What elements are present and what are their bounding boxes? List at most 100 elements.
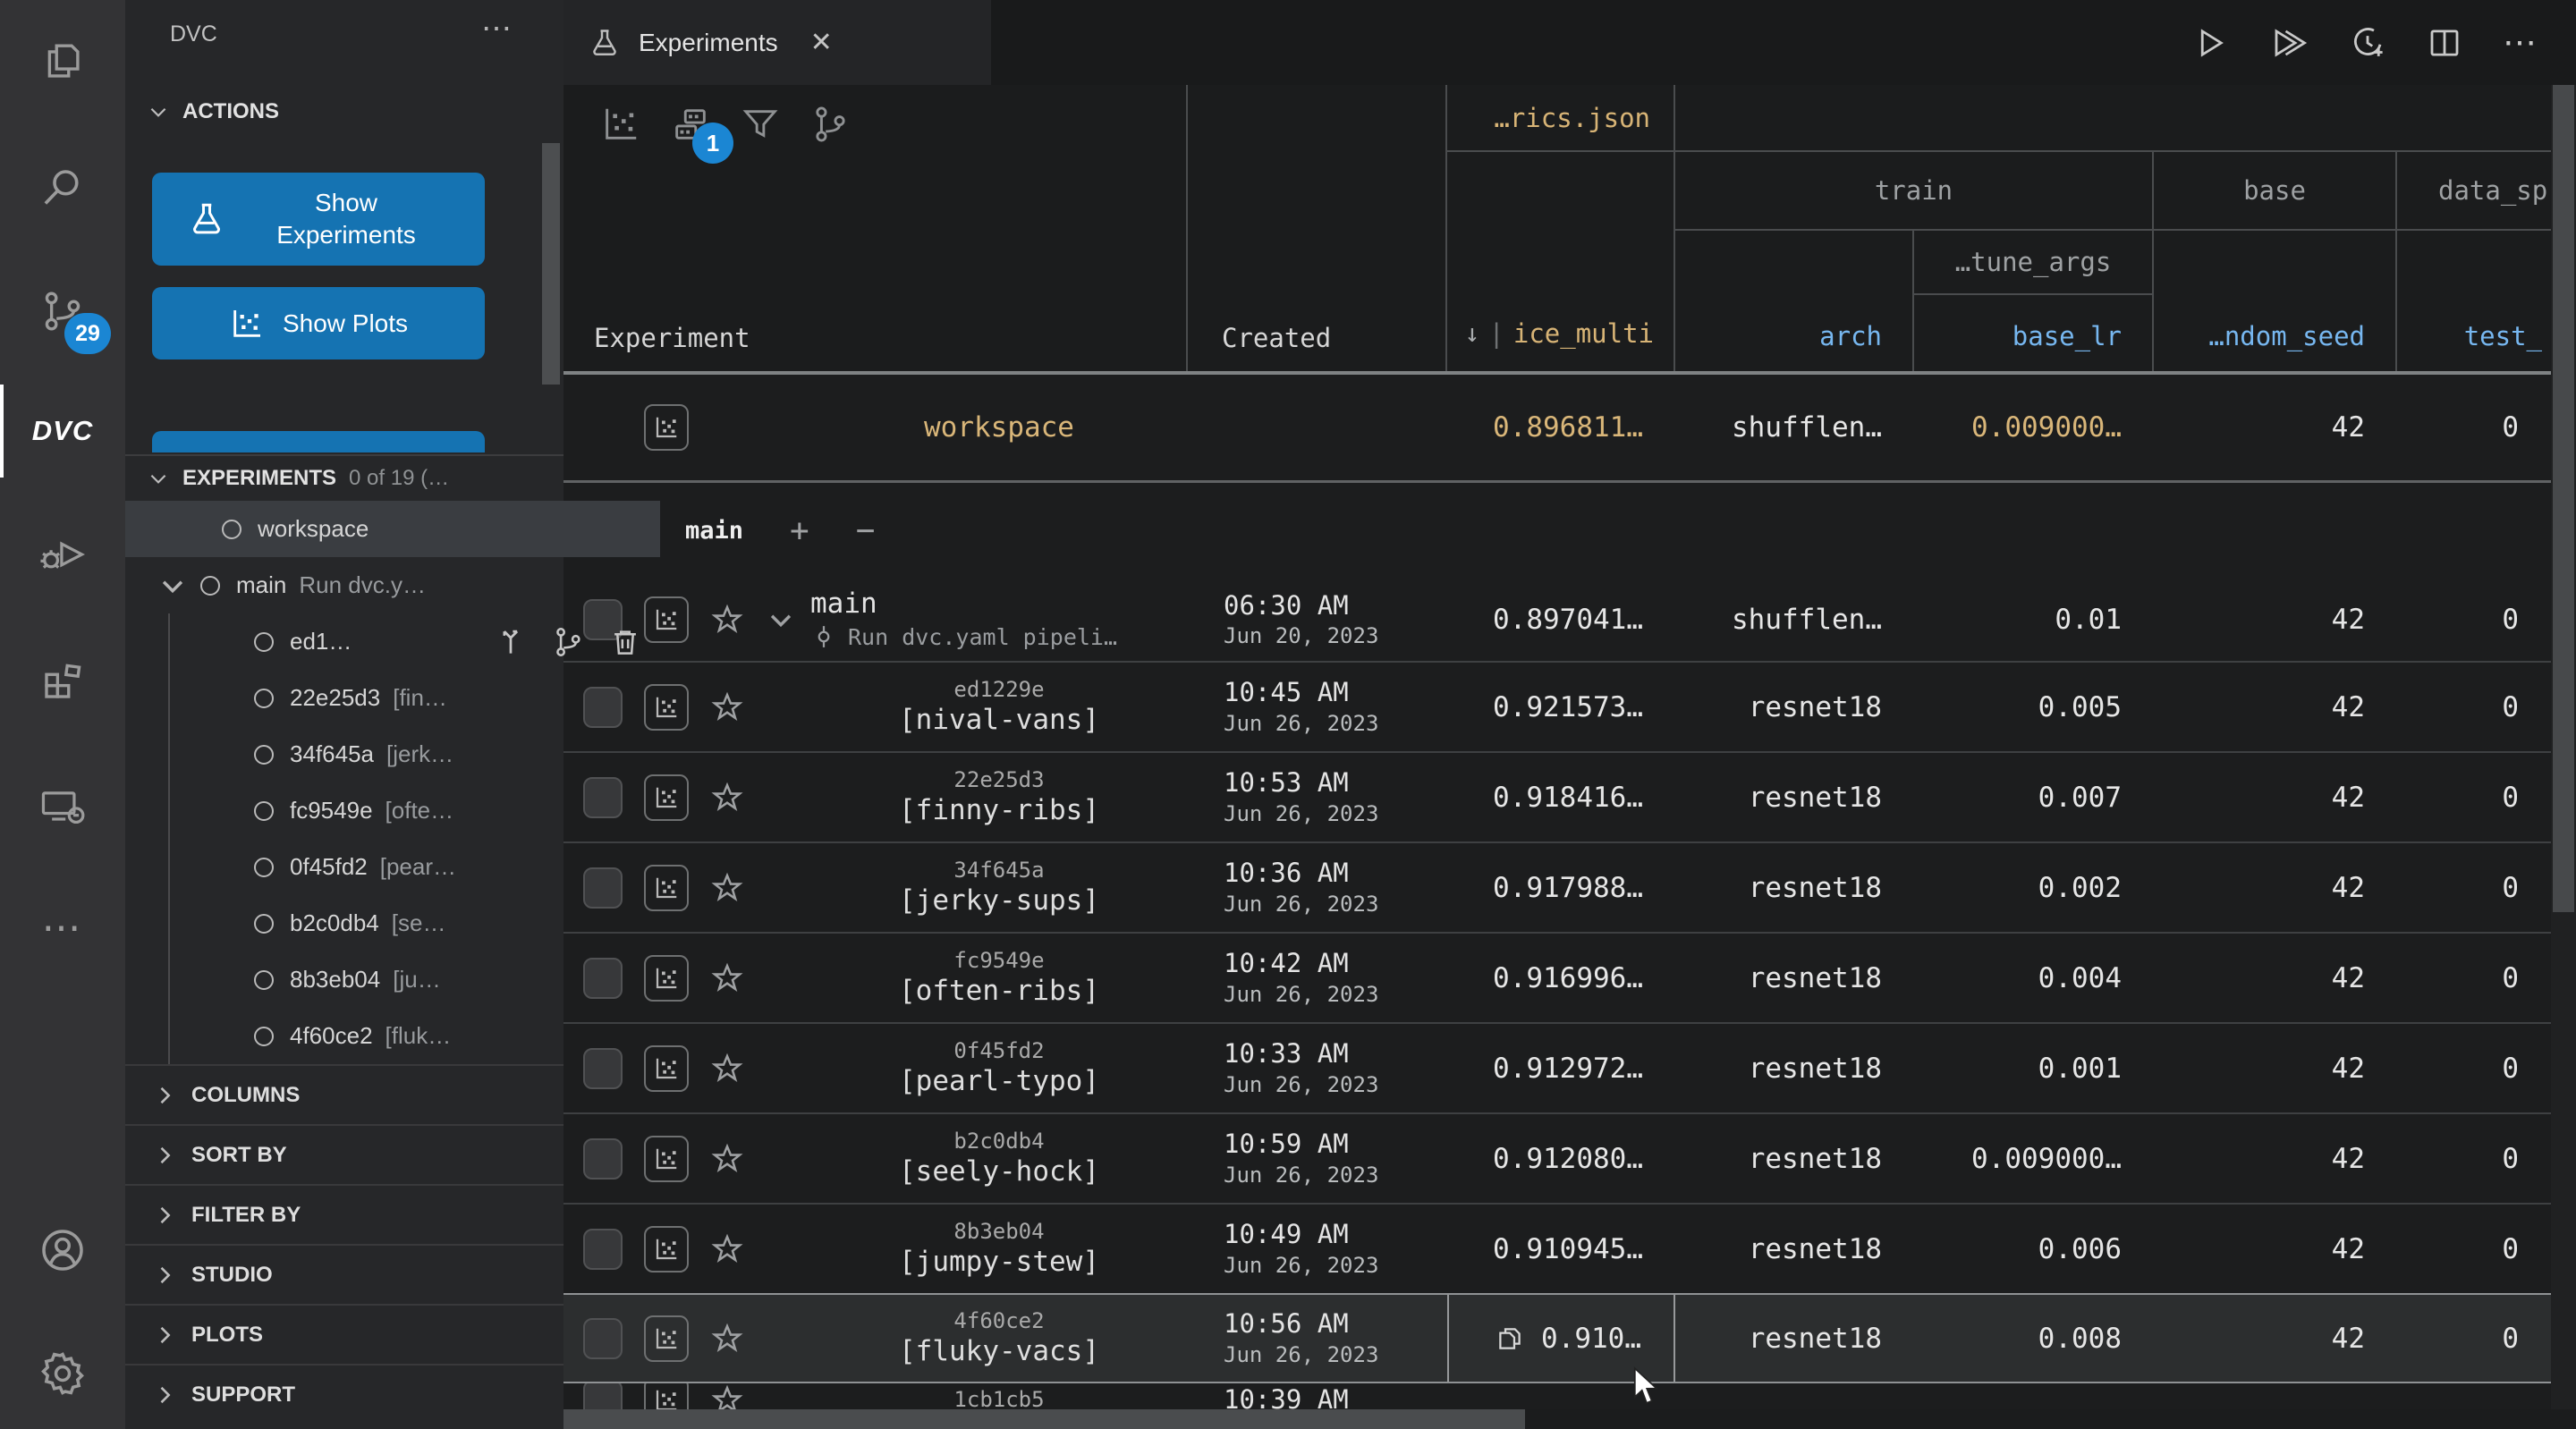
row-checkbox[interactable]: [583, 1137, 623, 1180]
col-header-random-seed[interactable]: …ndom_seed: [2154, 231, 2397, 371]
sidebar-scrollbar[interactable]: [542, 143, 560, 385]
tree-item-4f60ce2[interactable]: 4f60ce2 [fluk…: [125, 1008, 692, 1064]
activity-source-control-icon[interactable]: 29: [0, 258, 125, 365]
split-editor-icon[interactable]: [2426, 24, 2463, 62]
tree-item-ed1[interactable]: ed1…: [125, 613, 692, 670]
actions-section-header[interactable]: ACTIONS: [125, 89, 564, 134]
tree-item-34f645a[interactable]: 34f645a [jerk…: [125, 726, 692, 782]
horizontal-scrollbar-thumb[interactable]: [564, 1409, 1525, 1429]
tree-item-b2c0db4[interactable]: b2c0db4 [se…: [125, 895, 692, 951]
branch-icon[interactable]: [551, 625, 585, 659]
activity-bar: 29 DVC ⋯: [0, 0, 125, 1429]
table-row-8b3eb04[interactable]: 8b3eb04 [jumpy-stew] 10:49 AM Jun 26, 2023 0…: [564, 1203, 2551, 1293]
branch-icon[interactable]: [809, 103, 852, 146]
table-row-34f645a[interactable]: 34f645a [jerky-sups] 10:36 AM Jun 26, 2023 0…: [564, 841, 2551, 932]
table-row-ed1229e[interactable]: ed1229e [nival-vans] 10:45 AM Jun 26, 2023 0…: [564, 661, 2551, 751]
vertical-scrollbar[interactable]: [2551, 85, 2576, 1409]
horizontal-scrollbar[interactable]: [564, 1409, 2551, 1429]
sidebar-more-icon[interactable]: ⋯: [481, 11, 513, 47]
star-icon[interactable]: [710, 781, 744, 815]
branch-remove-button[interactable]: −: [856, 512, 876, 549]
tree-item-desc: [se…: [391, 909, 446, 936]
copy-icon[interactable]: [1495, 1323, 1525, 1354]
section-filter-by[interactable]: FILTER BY: [125, 1184, 564, 1244]
star-icon[interactable]: [710, 1322, 744, 1356]
trash-icon[interactable]: [608, 625, 642, 659]
chevron-down-icon[interactable]: [766, 605, 796, 635]
col-group-base[interactable]: base: [2154, 152, 2397, 231]
table-row-workspace[interactable]: workspace 0.896811… shufflen… 0.009000… 42 0: [564, 375, 2551, 480]
star-icon[interactable]: [710, 961, 744, 995]
col-group-metrics-json[interactable]: …rics.json: [1447, 85, 1675, 152]
table-row-branch-head[interactable]: main Run dvc.yaml pipeli… 06:30 AM Jun 20, …: [564, 579, 2551, 661]
columns-icon[interactable]: 1: [669, 103, 733, 164]
col-header-experiment[interactable]: Experiment 1: [564, 85, 1188, 371]
col-header-test[interactable]: test_: [2397, 231, 2551, 371]
star-icon[interactable]: [710, 871, 744, 905]
activity-files-icon[interactable]: [0, 7, 125, 114]
partially-hidden-button[interactable]: [152, 431, 485, 452]
vertical-scrollbar-thumb[interactable]: [2553, 85, 2574, 912]
row-checkbox[interactable]: [583, 1317, 623, 1359]
activity-search-icon[interactable]: [0, 134, 125, 241]
tree-item-workspace[interactable]: workspace: [125, 501, 660, 557]
activity-debug-icon[interactable]: [0, 501, 125, 608]
star-icon[interactable]: [710, 1052, 744, 1086]
branch-add-button[interactable]: +: [790, 512, 809, 549]
star-icon[interactable]: [710, 1232, 744, 1266]
plots-icon[interactable]: [599, 103, 642, 146]
indent-guide: [168, 613, 170, 1064]
created-time: 10:56 AM: [1224, 1308, 1349, 1340]
run-all-icon[interactable]: [2268, 24, 2309, 62]
activity-account-icon[interactable]: [0, 1196, 125, 1304]
plot-toggle-button[interactable]: [644, 1225, 689, 1273]
close-icon[interactable]: ✕: [810, 27, 833, 58]
col-group-tune-args[interactable]: …tune_args: [1914, 231, 2154, 295]
activity-remote-icon[interactable]: [0, 753, 125, 860]
tree-item-22e25d3[interactable]: 22e25d3 [fin…: [125, 670, 692, 726]
table-row-4f60ce2[interactable]: 4f60ce2 [fluky-vacs] 10:56 AM Jun 26, 2023 0…: [564, 1293, 2551, 1383]
section-sort-by[interactable]: SORT BY: [125, 1124, 564, 1184]
tree-item-main[interactable]: main Run dvc.y…: [125, 557, 596, 613]
col-header-dice-multi[interactable]: ↓ | ice_multi: [1447, 295, 1675, 371]
table-row-22e25d3[interactable]: 22e25d3 [finny-ribs] 10:53 AM Jun 26, 2023 0…: [564, 751, 2551, 841]
ellipsis-icon[interactable]: ⋯: [2503, 26, 2537, 60]
section-plots[interactable]: PLOTS: [125, 1304, 564, 1364]
star-icon[interactable]: [710, 603, 744, 637]
tree-item-8b3eb04[interactable]: 8b3eb04 [ju…: [125, 951, 692, 1008]
show-experiments-button[interactable]: Show Experiments: [152, 173, 485, 266]
activity-settings-icon[interactable]: [0, 1320, 125, 1427]
tree-item-fc9549e[interactable]: fc9549e [ofte…: [125, 782, 692, 839]
created-cell: 06:30 AM Jun 20, 2023: [1188, 579, 1447, 661]
star-icon[interactable]: [710, 1142, 744, 1176]
table-row-0f45fd2[interactable]: 0f45fd2 [pearl-typo] 10:33 AM Jun 26, 2023 0…: [564, 1022, 2551, 1112]
experiments-section-header[interactable]: EXPERIMENTS 0 of 19 (…: [125, 454, 564, 501]
experiment-name: [jumpy-stew]: [899, 1245, 1099, 1278]
tree-item-0f45fd2[interactable]: 0f45fd2 [pear…: [125, 839, 692, 895]
plot-toggle-button[interactable]: [644, 1315, 689, 1362]
activity-extensions-icon[interactable]: [0, 627, 125, 734]
show-plots-button[interactable]: Show Plots: [152, 287, 485, 359]
section-studio[interactable]: STUDIO: [125, 1244, 564, 1304]
filter-icon[interactable]: [739, 103, 782, 146]
run-icon[interactable]: [2191, 24, 2229, 62]
clock-add-icon[interactable]: [2349, 24, 2386, 62]
col-header-base-lr[interactable]: base_lr: [1914, 295, 2154, 371]
col-header-arch[interactable]: arch: [1675, 231, 1914, 371]
section-columns[interactable]: COLUMNS: [125, 1064, 564, 1124]
activity-more-icon[interactable]: ⋯: [0, 874, 125, 981]
row-checkbox[interactable]: [583, 1228, 623, 1270]
star-icon[interactable]: [710, 690, 744, 724]
table-row-fc9549e[interactable]: fc9549e [often-ribs] 10:42 AM Jun 26, 2023 0…: [564, 932, 2551, 1022]
tab-experiments[interactable]: Experiments ✕: [564, 0, 991, 85]
plot-toggle-button[interactable]: [644, 1135, 689, 1182]
created-time: 10:42 AM: [1224, 948, 1349, 979]
table-row-b2c0db4[interactable]: b2c0db4 [seely-hock] 10:59 AM Jun 26, 2023 0…: [564, 1112, 2551, 1203]
section-support[interactable]: SUPPORT: [125, 1364, 564, 1424]
plot-toggle-button[interactable]: [644, 404, 689, 451]
apply-icon[interactable]: [494, 625, 528, 659]
col-header-created[interactable]: Created: [1188, 85, 1447, 371]
col-group-train[interactable]: train: [1675, 152, 2154, 231]
col-group-data-split[interactable]: data_sp: [2397, 152, 2551, 231]
activity-dvc-icon[interactable]: DVC: [0, 377, 125, 485]
